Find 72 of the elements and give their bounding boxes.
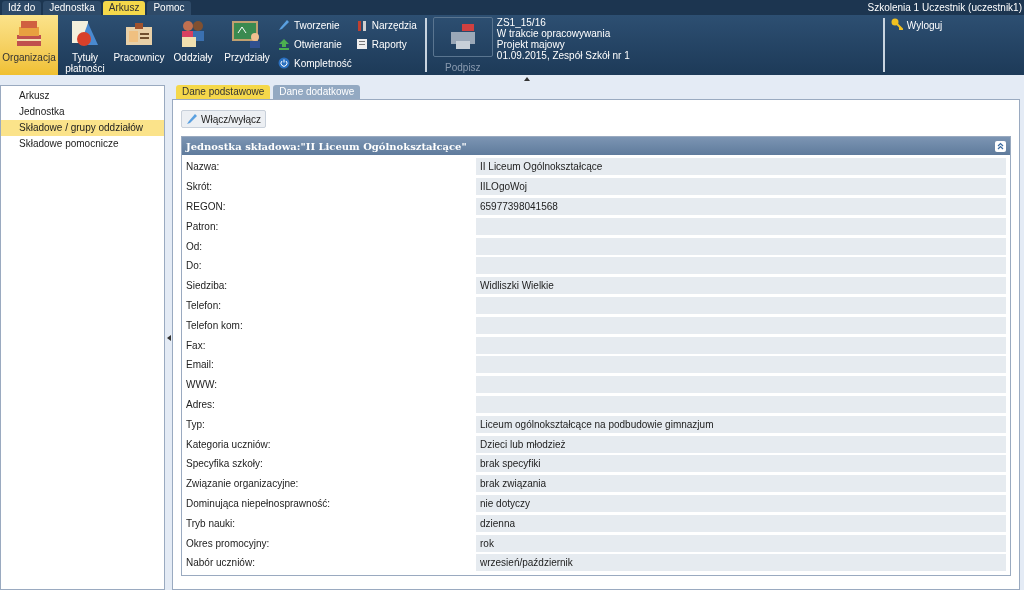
field-label: Nabór uczniów: xyxy=(186,556,256,571)
toolbar-small-button[interactable]: Otwieranie xyxy=(278,36,352,52)
sidebar-item[interactable]: Składowe / grupy oddziałów xyxy=(1,120,164,136)
field-value: II Liceum Ogólnokształcące xyxy=(476,158,1006,176)
field-label: Typ: xyxy=(186,417,206,432)
sheet-info: W trakcie opracowywania xyxy=(496,28,612,39)
toolbar-button[interactable]: Przydziały xyxy=(220,15,274,75)
toolbar-small-button[interactable]: Tworzenie xyxy=(278,17,352,33)
menu-tab[interactable]: Idź do xyxy=(2,1,42,15)
field-label: Patron: xyxy=(186,219,220,234)
field-label: Adres: xyxy=(186,397,216,412)
field-label: WWW: xyxy=(186,378,218,393)
field-value: Liceum ogólnokształcące na podbudowie gimnazjum xyxy=(476,415,1006,433)
menu-tab[interactable]: Pomoc xyxy=(147,1,191,15)
key-icon xyxy=(890,18,903,30)
field-value: Widliszki Wielkie xyxy=(476,277,1006,295)
field-label: Okres promocyjny: xyxy=(186,536,271,551)
sidebar-item[interactable]: Jednostka xyxy=(1,104,164,120)
toggle-button[interactable]: Włącz/wyłącz xyxy=(181,110,266,128)
field-label: REGON: xyxy=(186,200,227,214)
field-label: Dominująca niepełnosprawność: xyxy=(186,496,331,511)
toolbar-small-button[interactable]: Narzędzia xyxy=(355,17,417,33)
user-name: Szkolenia 1 Uczestnik (uczestnik1) xyxy=(867,1,1023,15)
field-value: brak związania xyxy=(476,475,1006,493)
field-value: dzienna xyxy=(476,514,1006,532)
sheet-info: Projekt majowy xyxy=(496,39,565,50)
field-label: Fax: xyxy=(186,338,207,353)
upload-icon xyxy=(278,38,290,50)
sidebar-item[interactable]: Składowe pomocnicze xyxy=(1,136,164,152)
pencil-icon xyxy=(186,113,198,125)
field-label: Nazwa: xyxy=(186,160,221,175)
toolbar-button[interactable]: Tytuły płatności xyxy=(58,15,112,75)
logout-button[interactable]: Wyloguj xyxy=(884,15,943,33)
field-label: Specyfika szkoły: xyxy=(186,457,264,472)
toolbar-button[interactable]: Organizacja xyxy=(0,15,58,75)
field-value: nie dotyczy xyxy=(476,494,1006,512)
field-value: brak specyfiki xyxy=(476,455,1006,473)
menu-tab[interactable]: Arkusz xyxy=(102,1,146,15)
pencil-icon xyxy=(278,19,290,31)
field-label: Telefon kom: xyxy=(186,318,244,333)
field-label: Email: xyxy=(186,358,215,373)
toolbar-small-button[interactable]: Raporty xyxy=(355,36,417,52)
sheet-info: ZS1_15/16 xyxy=(496,17,547,28)
panel-title: Jednostka składowa:"II Liceum Ogólnokształcące" xyxy=(186,139,467,154)
report-icon xyxy=(355,38,368,50)
sheet-info: 01.09.2015, Zespół Szkół nr 1 xyxy=(496,50,631,61)
toolbar-small-button[interactable]: Kompletność xyxy=(278,55,352,71)
field-value: IILOgoWoj xyxy=(476,178,1006,196)
sidebar-item[interactable]: Arkusz xyxy=(1,88,164,104)
tools-icon xyxy=(355,19,368,31)
collapse-icon[interactable] xyxy=(995,140,1006,152)
toolbar-button[interactable]: Pracownicy xyxy=(112,15,166,75)
field-label: Skrót: xyxy=(186,180,214,195)
shapes-icon xyxy=(70,19,100,49)
field-value: 65977398041568 xyxy=(476,198,1006,215)
content-tab[interactable]: Dane podstawowe xyxy=(176,85,271,99)
field-label: Tryb nauki: xyxy=(186,516,237,531)
field-label: Kategoria uczniów: xyxy=(186,437,272,452)
field-value: Dzieci lub młodzież xyxy=(476,435,1006,453)
field-label: Związanie organizacyjne: xyxy=(186,477,300,492)
field-label: Do: xyxy=(186,259,203,274)
field-label: Od: xyxy=(186,239,204,254)
field-value: wrzesień/październik xyxy=(476,554,1006,572)
menu-tab[interactable]: Jednostka xyxy=(43,1,101,15)
books-icon xyxy=(14,19,44,49)
toolbar-button[interactable]: Oddziały xyxy=(166,15,220,75)
field-label: Telefon: xyxy=(186,298,223,313)
power-icon xyxy=(278,57,290,69)
field-label: Siedziba: xyxy=(186,279,229,294)
chalkboard-icon xyxy=(232,19,262,49)
field-value: rok xyxy=(476,534,1006,552)
collapse-handle-icon[interactable] xyxy=(524,77,530,81)
